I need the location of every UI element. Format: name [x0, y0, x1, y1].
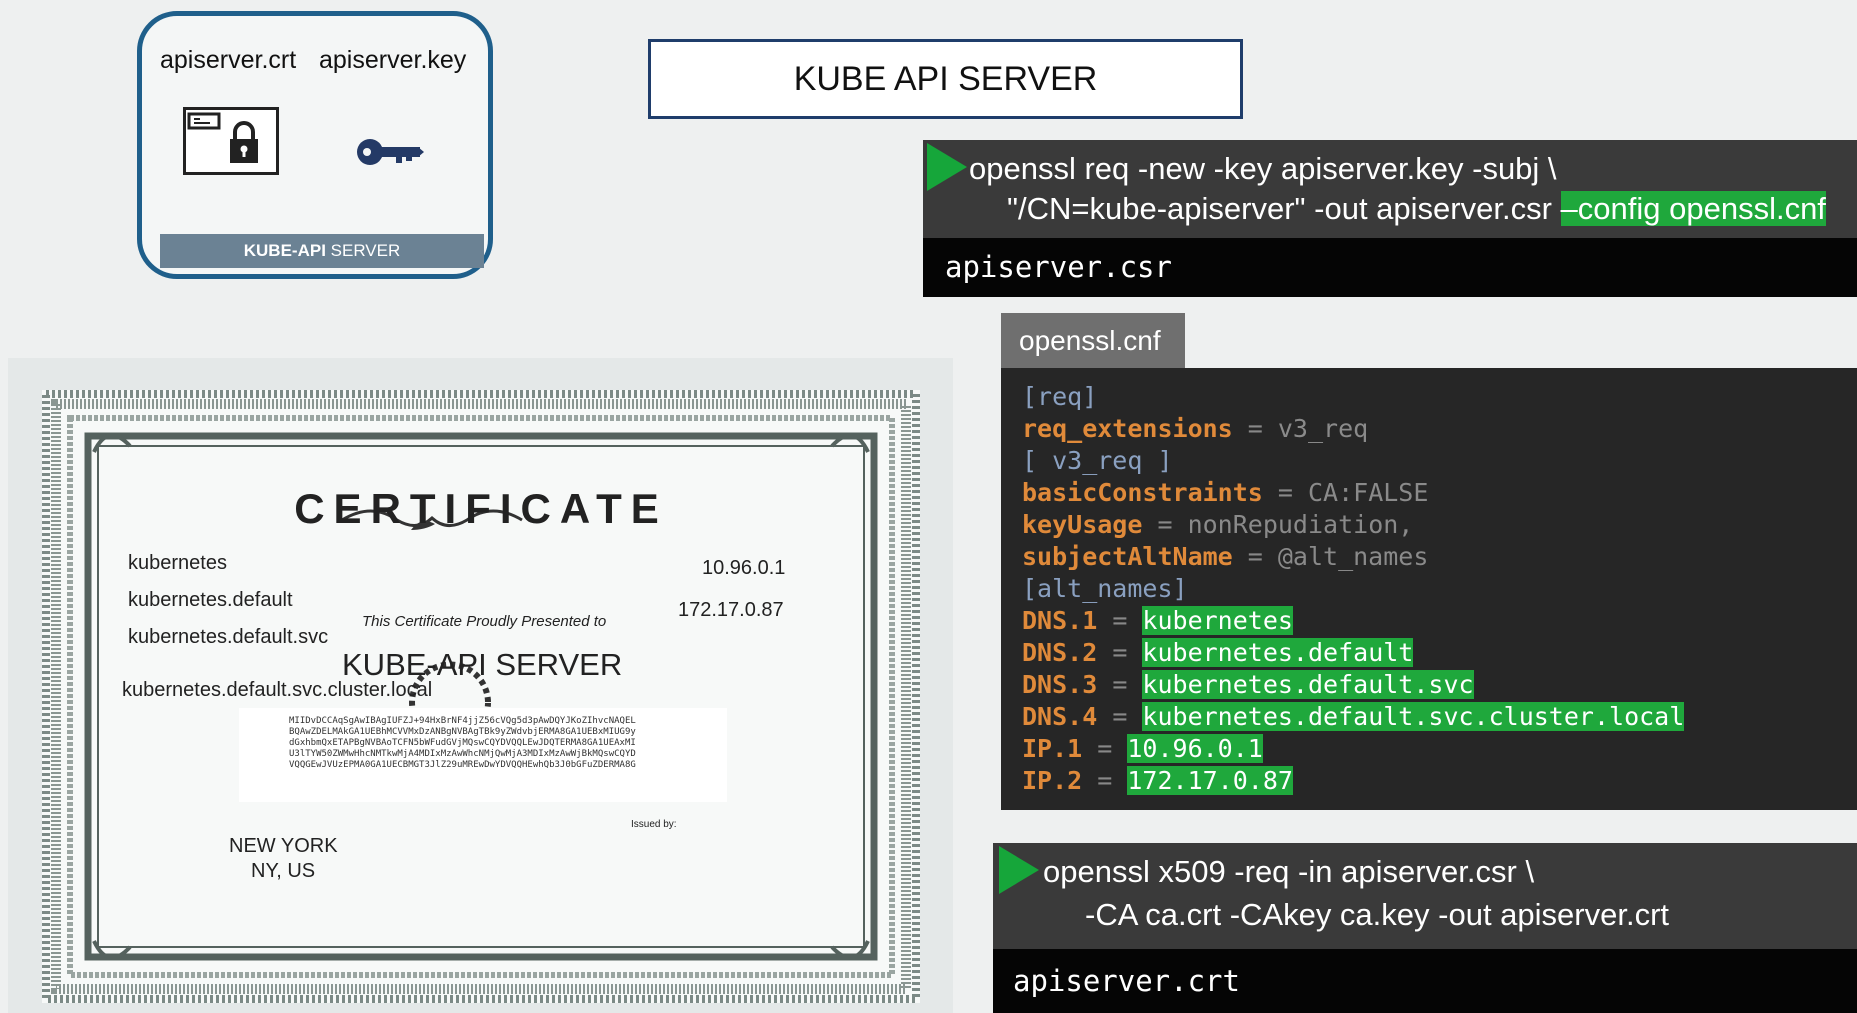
- cnf-equals: =: [1232, 414, 1278, 443]
- csr-command-line-1: openssl req -new -key apiserver.key -sub…: [969, 151, 1557, 186]
- kube-api-server-banner: KUBE-API SERVER: [160, 234, 484, 268]
- cert-location-state: NY, US: [251, 860, 316, 882]
- key-files-card: apiserver.crt apiserver.key KUBE-API SER…: [137, 11, 493, 279]
- cnf-key: req_extensions: [1022, 414, 1233, 443]
- cnf-line: req_extensions = v3_req: [1022, 414, 1368, 443]
- cert-hash-block: MIIDvDCCAqSgAwIBAgIUFZJ+94HxBrNF4jjZ56cV…: [239, 708, 727, 802]
- openssl-cnf-tab: openssl.cnf: [1001, 313, 1185, 368]
- cnf-alt-key: DNS.4: [1022, 702, 1098, 731]
- openssl-cnf-content: [req] req_extensions = v3_req [ v3_req ] ba…: [1001, 368, 1857, 810]
- cnf-line: keyUsage = nonRepudiation,: [1022, 510, 1413, 539]
- csr-command-block: openssl req -new -key apiserver.key -sub…: [923, 140, 1857, 238]
- cnf-alt-key: IP.2: [1022, 766, 1083, 795]
- cert-presented-to: This Certificate Proudly Presented to: [362, 613, 607, 630]
- cnf-alt-value: kubernetes.default: [1142, 638, 1414, 667]
- cnf-key: basicConstraints: [1022, 478, 1263, 507]
- key-icon: [356, 135, 426, 174]
- sign-command-line-1: openssl x509 -req -in apiserver.csr \: [1043, 854, 1535, 889]
- cnf-line: [alt_names]: [1022, 574, 1188, 603]
- cnf-section: [alt_names]: [1022, 574, 1188, 603]
- cnf-section: [req]: [1022, 382, 1098, 411]
- cnf-alt-name-line: DNS.3 = kubernetes.default.svc: [1022, 670, 1474, 699]
- cnf-line: [req]: [1022, 382, 1097, 411]
- cnf-value: CA:FALSE: [1307, 478, 1429, 507]
- cert-dns-3: kubernetes.default.svc: [128, 626, 329, 648]
- csr-command-line-2: "/CN=kube-apiserver" -out apiserver.csr …: [1007, 191, 1826, 226]
- cnf-alt-value: kubernetes.default.svc.cluster.local: [1142, 702, 1685, 731]
- cnf-equals: =: [1082, 766, 1128, 795]
- cnf-alt-key: IP.1: [1022, 734, 1083, 763]
- cnf-alt-value: 10.96.0.1: [1127, 734, 1263, 763]
- cert-dns-2: kubernetes.default: [128, 589, 293, 611]
- cnf-line: [ v3_req ]: [1022, 446, 1173, 475]
- play-icon: [999, 846, 1039, 894]
- cnf-alt-key: DNS.2: [1022, 638, 1098, 667]
- cnf-value: @alt_names: [1277, 542, 1429, 571]
- cnf-alt-value: kubernetes.default.svc: [1142, 670, 1474, 699]
- cnf-alt-name-line: DNS.1 = kubernetes: [1022, 606, 1293, 635]
- cnf-equals: =: [1097, 702, 1143, 731]
- cnf-equals: =: [1142, 510, 1188, 539]
- cnf-equals: =: [1262, 478, 1308, 507]
- cert-issued-by: Issued by:: [631, 819, 677, 830]
- cert-recipient-name: KUBE-API SERVER: [342, 647, 623, 682]
- cnf-alt-name-line: DNS.2 = kubernetes.default: [1022, 638, 1414, 667]
- cnf-key: keyUsage: [1022, 510, 1143, 539]
- cnf-key: subjectAltName: [1022, 542, 1233, 571]
- play-icon: [927, 143, 967, 191]
- csr-output: apiserver.csr: [923, 238, 1857, 297]
- certificate-heading: CERTIFICATE: [294, 485, 668, 532]
- crt-file-label: apiserver.crt: [160, 46, 297, 74]
- crt-output: apiserver.crt: [993, 949, 1857, 1013]
- cnf-alt-name-line: IP.2 = 172.17.0.87: [1022, 766, 1293, 795]
- cert-dns-1: kubernetes: [128, 552, 227, 574]
- cnf-alt-value: 172.17.0.87: [1127, 766, 1293, 795]
- cnf-equals: =: [1232, 542, 1278, 571]
- cnf-equals: =: [1097, 670, 1143, 699]
- config-flag-highlight: –config openssl.cnf: [1560, 191, 1826, 226]
- cnf-alt-value: kubernetes: [1142, 606, 1293, 635]
- cnf-alt-key: DNS.1: [1022, 606, 1098, 635]
- cert-location-city: NEW YORK: [229, 835, 338, 857]
- cnf-value: nonRepudiation,: [1187, 510, 1414, 539]
- sign-command-block: openssl x509 -req -in apiserver.csr \ -C…: [993, 843, 1857, 949]
- cert-ip-1: 10.96.0.1: [702, 557, 786, 579]
- cert-ip-2: 172.17.0.87: [678, 599, 784, 621]
- key-file-label: apiserver.key: [319, 46, 467, 74]
- cnf-section: [ v3_req ]: [1022, 446, 1173, 475]
- cnf-equals: =: [1082, 734, 1128, 763]
- cnf-alt-name-line: DNS.4 = kubernetes.default.svc.cluster.l…: [1022, 702, 1685, 731]
- cnf-value: v3_req: [1277, 414, 1369, 443]
- sign-command-line-2: -CA ca.crt -CAkey ca.key -out apiserver.…: [1085, 897, 1670, 932]
- certificate-lock-icon: [183, 107, 279, 175]
- cnf-alt-name-line: IP.1 = 10.96.0.1: [1022, 734, 1263, 763]
- page-title: KUBE API SERVER: [648, 39, 1243, 119]
- cnf-equals: =: [1097, 638, 1143, 667]
- cnf-line: subjectAltName = @alt_names: [1022, 542, 1428, 571]
- cnf-line: basicConstraints = CA:FALSE: [1022, 478, 1428, 507]
- certificate: CERTIFICATE kubernetes kubernetes.defaul…: [42, 390, 920, 1003]
- cnf-equals: =: [1097, 606, 1143, 635]
- cnf-alt-key: DNS.3: [1022, 670, 1098, 699]
